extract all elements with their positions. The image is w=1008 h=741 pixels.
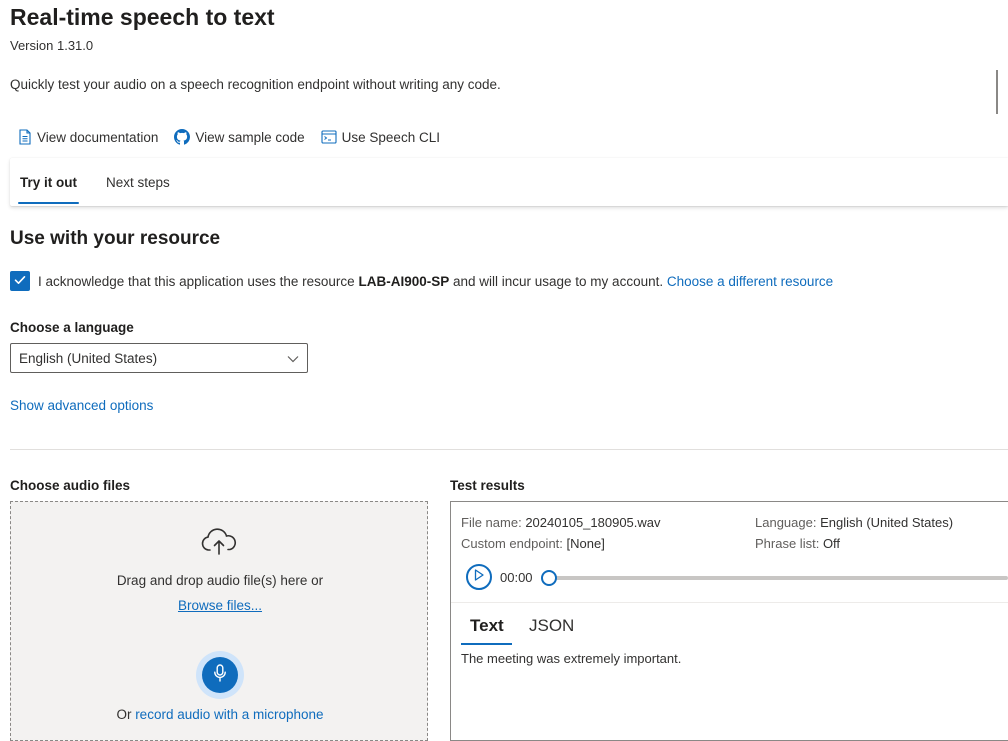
custom-endpoint-label: Custom endpoint: [461,536,563,551]
choose-audio-files-label: Choose audio files [10,478,131,493]
use-speech-cli-label: Use Speech CLI [341,129,440,145]
language-dropdown[interactable]: English (United States) [10,343,308,373]
tab-try-it-out[interactable]: Try it out [20,175,77,190]
drag-drop-text: Drag and drop audio file(s) here or [116,573,324,588]
record-audio-row: Or record audio with a microphone [10,707,430,722]
result-language-label: Language: [755,515,817,530]
play-icon [474,568,484,586]
tab-next-steps[interactable]: Next steps [106,175,170,190]
language-selected-value: English (United States) [19,350,158,366]
playback-time: 00:00 [500,570,533,585]
acknowledge-checkbox[interactable] [10,271,30,291]
record-microphone-button[interactable] [196,651,244,699]
results-divider [451,602,1008,603]
scroll-indicator [996,70,998,114]
file-name-row: File name: 20240105_180905.wav [461,515,661,530]
active-tab-indicator [18,202,79,204]
record-button-inner [202,657,238,693]
test-results-label: Test results [450,478,525,493]
playback-track[interactable] [550,576,1008,580]
document-icon [18,129,32,145]
or-prefix: Or [116,707,136,722]
page-title: Real-time speech to text [10,4,275,30]
tab-result-json[interactable]: JSON [529,616,574,636]
browse-files-label: Browse files... [177,598,263,613]
checkmark-icon [13,273,27,290]
terminal-icon [321,130,337,144]
section-divider [10,449,1008,450]
microphone-icon [213,663,227,687]
transcript-text: The meeting was extremely important. [461,651,682,666]
browse-files-link[interactable]: Browse files... [178,598,262,613]
tab-bar: Try it out Next steps [10,158,1008,206]
acknowledge-row: I acknowledge that this application uses… [10,271,833,291]
view-documentation-label: View documentation [37,129,159,145]
file-name-label: File name: [461,515,522,530]
language-label: Choose a language [10,320,134,335]
choose-different-resource-link[interactable]: Choose a different resource [667,274,833,289]
play-button[interactable] [466,564,492,590]
resource-name: LAB-AI900-SP [358,273,450,289]
file-name-value: 20240105_180905.wav [525,515,661,530]
view-documentation-link[interactable]: View documentation [18,129,158,145]
page-description: Quickly test your audio on a speech reco… [10,77,501,92]
cloud-upload-icon [200,528,238,561]
phrase-list-value: Off [822,536,841,551]
resource-links: View documentation View sample code Use … [18,129,440,145]
browse-files-row: Browse files... [10,598,430,613]
custom-endpoint-value: [None] [566,536,605,551]
record-audio-link[interactable]: record audio with a microphone [135,707,323,722]
version-label: Version 1.31.0 [10,38,94,53]
view-sample-code-label: View sample code [195,129,305,145]
custom-endpoint-row: Custom endpoint: [None] [461,536,605,551]
acknowledge-prefix: I acknowledge that this application uses… [38,273,359,289]
phrase-list-row: Phrase list: Off [755,536,840,551]
section-heading-resource: Use with your resource [10,228,221,249]
playback-slider-thumb[interactable] [541,570,557,586]
phrase-list-label: Phrase list: [755,536,820,551]
github-icon [174,129,191,145]
result-language-row: Language: English (United States) [755,515,953,530]
show-advanced-options-link[interactable]: Show advanced options [10,398,153,413]
view-sample-code-link[interactable]: View sample code [174,129,305,145]
chevron-down-icon [287,351,299,366]
result-tab-indicator [461,643,512,645]
acknowledge-text: I acknowledge that this application uses… [38,274,833,289]
acknowledge-suffix: and will incur usage to my account. [449,273,667,289]
use-speech-cli-link[interactable]: Use Speech CLI [321,130,440,145]
result-language-value: English (United States) [820,515,954,530]
tab-result-text[interactable]: Text [470,616,504,636]
